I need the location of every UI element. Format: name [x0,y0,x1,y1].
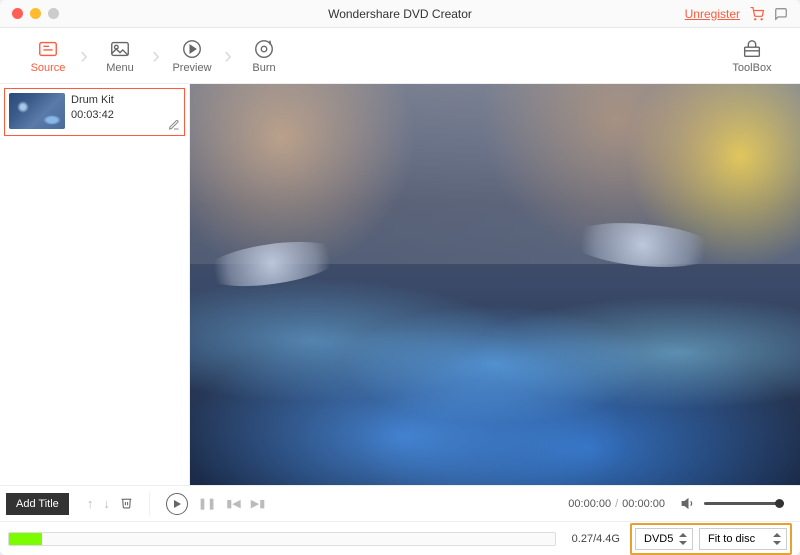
current-time: 00:00:00 [568,498,611,510]
clip-info: Drum Kit 00:03:42 [71,93,162,124]
delete-icon[interactable] [120,496,133,511]
toolbox-icon [741,38,763,60]
divider [149,493,150,515]
step-menu[interactable]: Menu [80,38,160,74]
preview-icon [181,38,203,60]
step-toolbox[interactable]: ToolBox [712,38,792,74]
step-label: ToolBox [732,62,771,74]
step-label: Burn [252,62,275,74]
video-frame [190,84,800,485]
step-source[interactable]: Source [8,38,88,74]
clip-duration: 00:03:42 [71,108,162,123]
volume-control [681,496,784,511]
clip-item[interactable]: Drum Kit 00:03:42 [4,88,185,136]
window-controls [12,8,59,19]
clip-action-icons: ↑ ↓ [87,496,133,511]
total-time: 00:00:00 [622,498,665,510]
fit-mode-select[interactable]: Fit to disc [699,528,787,550]
step-label: Preview [172,62,211,74]
bottom-bar: Add Title ↑ ↓ ❚❚ ▮◀ ▶▮ 00:00:00 / 00:00:… [0,485,800,521]
status-bar: 0.27/4.4G DVD5 Fit to disc [0,521,800,555]
titlebar: Wondershare DVD Creator Unregister [0,0,800,28]
app-window: Wondershare DVD Creator Unregister Sourc… [0,0,800,555]
move-down-icon[interactable]: ↓ [103,496,110,511]
source-icon [37,38,59,60]
unregister-link[interactable]: Unregister [685,7,740,21]
play-button[interactable] [166,493,188,515]
move-up-icon[interactable]: ↑ [87,496,94,511]
minimize-window-button[interactable] [30,8,41,19]
pause-icon[interactable]: ❚❚ [198,497,216,510]
clip-title: Drum Kit [71,93,162,108]
step-burn[interactable]: Burn [224,38,304,74]
main-area: Drum Kit 00:03:42 [0,84,800,485]
edit-clip-icon[interactable] [168,119,180,131]
disc-usage-fill [9,533,42,545]
steps-bar: Source › Menu › Preview › Burn T [0,28,800,84]
time-separator: / [615,498,618,510]
prev-icon[interactable]: ▮◀ [226,497,241,510]
app-title: Wondershare DVD Creator [328,7,472,21]
disc-type-value: DVD5 [644,533,673,545]
disc-size-text: 0.27/4.4G [572,533,620,545]
step-label: Menu [106,62,134,74]
volume-icon[interactable] [681,496,696,511]
cart-icon[interactable] [750,7,764,21]
fit-mode-value: Fit to disc [708,533,755,545]
clip-thumbnail [9,93,65,129]
time-display: 00:00:00 / 00:00:00 [568,498,665,510]
volume-thumb[interactable] [775,499,784,508]
menu-icon [109,38,131,60]
next-icon[interactable]: ▶▮ [251,497,266,510]
close-window-button[interactable] [12,8,23,19]
volume-slider[interactable] [704,502,784,505]
video-preview[interactable] [190,84,800,485]
titlebar-right: Unregister [685,7,788,21]
step-preview[interactable]: Preview [152,38,232,74]
feedback-icon[interactable] [774,7,788,21]
maximize-window-button[interactable] [48,8,59,19]
add-title-button[interactable]: Add Title [6,493,69,515]
video-content [200,235,344,294]
clip-list: Drum Kit 00:03:42 [0,84,190,485]
burn-icon [253,38,275,60]
disc-usage-bar [8,532,556,546]
play-icon [174,500,181,508]
disc-settings-highlight: DVD5 Fit to disc [630,523,792,555]
video-content [567,218,720,273]
disc-type-select[interactable]: DVD5 [635,528,693,550]
playback-controls: ❚❚ ▮◀ ▶▮ [166,493,265,515]
step-label: Source [31,62,66,74]
